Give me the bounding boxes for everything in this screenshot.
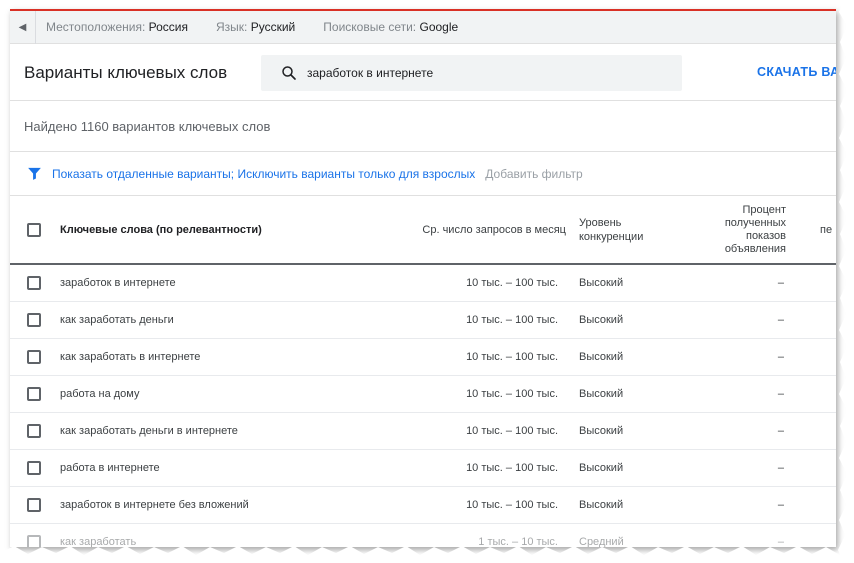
keyword-cell: работа в интернете (60, 462, 160, 474)
language-filter[interactable]: Язык: Русский (216, 20, 295, 34)
targeting-filter-bar: ◀ Местоположения: Россия Язык: Русский П… (10, 10, 836, 44)
filter-funnel-icon[interactable] (26, 165, 43, 182)
table-row[interactable]: работа в интернете 10 тыс. – 100 тыс. Вы… (10, 450, 836, 487)
table-row[interactable]: как заработать деньги 10 тыс. – 100 тыс.… (10, 302, 836, 339)
select-all-checkbox[interactable] (27, 223, 41, 237)
keyword-cell: заработок в интернете (60, 277, 176, 289)
networks-filter[interactable]: Поисковые сети: Google (323, 20, 458, 34)
column-header-keyword[interactable]: Ключевые слова (по релевантности) (60, 224, 262, 236)
impression-share-cell: – (777, 314, 784, 326)
competition-header-line2: конкуренции (579, 231, 644, 243)
competition-cell: Высокий (579, 388, 624, 400)
impression-share-cell: – (777, 388, 784, 400)
competition-cell: Высокий (579, 462, 624, 474)
competition-cell: Высокий (579, 499, 624, 511)
impression-header-line1: Процент (742, 204, 786, 216)
networks-value: Google (419, 20, 459, 34)
table-row[interactable]: как заработать в интернете 10 тыс. – 100… (10, 339, 836, 376)
page-header: Варианты ключевых слов СКАЧАТЬ ВА (10, 45, 836, 101)
locations-filter[interactable]: Местоположения: Россия (46, 20, 188, 34)
impression-share-cell: – (777, 425, 784, 437)
impression-header-line3: показов (745, 230, 786, 242)
avg-searches-cell: 10 тыс. – 100 тыс. (466, 277, 558, 289)
add-filter-button[interactable]: Добавить фильтр (485, 167, 582, 181)
avg-searches-cell: 10 тыс. – 100 тыс. (466, 351, 558, 363)
impression-header-line4: объявления (724, 243, 786, 255)
torn-edge-right (838, 0, 854, 563)
download-button[interactable]: СКАЧАТЬ ВА (757, 65, 836, 79)
row-checkbox[interactable] (27, 350, 41, 364)
keyword-cell: как заработать деньги в интернете (60, 425, 238, 437)
keyword-planner-window: ◀ Местоположения: Россия Язык: Русский П… (10, 9, 836, 547)
page-title: Варианты ключевых слов (24, 63, 228, 82)
competition-cell: Высокий (579, 351, 624, 363)
competition-header-line1: Уровень (579, 217, 622, 229)
results-summary: Найдено 1160 вариантов ключевых слов (10, 101, 836, 152)
column-header-competition[interactable]: Уровень конкуренции (579, 216, 679, 244)
row-checkbox[interactable] (27, 313, 41, 327)
keyword-cell: как заработать в интернете (60, 351, 201, 363)
competition-cell: Высокий (579, 425, 624, 437)
keyword-cell: заработок в интернете без вложений (60, 499, 249, 511)
avg-searches-cell: 10 тыс. – 100 тыс. (466, 462, 558, 474)
table-row[interactable]: как заработать деньги в интернете 10 тыс… (10, 413, 836, 450)
column-header-impression-share[interactable]: Процент полученных показов объявления (686, 204, 786, 256)
impression-share-cell: – (777, 462, 784, 474)
table-row[interactable]: заработок в интернете 10 тыс. – 100 тыс.… (10, 265, 836, 302)
impression-share-cell: – (777, 499, 784, 511)
networks-label: Поисковые сети: (323, 20, 417, 34)
avg-searches-cell: 10 тыс. – 100 тыс. (466, 425, 558, 437)
keyword-cell: работа на дому (60, 388, 140, 400)
torn-edge-bottom (0, 546, 854, 563)
competition-cell: Высокий (579, 314, 624, 326)
row-checkbox[interactable] (27, 387, 41, 401)
avg-searches-cell: 10 тыс. – 100 тыс. (466, 314, 558, 326)
search-input[interactable] (307, 66, 667, 80)
keyword-cell: как заработать деньги (60, 314, 174, 326)
active-filters-link[interactable]: Показать отдаленные варианты; Исключить … (52, 167, 475, 181)
impression-share-cell: – (777, 277, 784, 289)
table-header: Ключевые слова (по релевантности) Ср. чи… (10, 196, 836, 265)
search-icon (282, 66, 296, 80)
filters-row: Показать отдаленные варианты; Исключить … (10, 152, 836, 196)
locations-label: Местоположения: (46, 20, 146, 34)
column-header-avg-searches[interactable]: Ср. число запросов в месяц (390, 224, 566, 236)
avg-searches-cell: 10 тыс. – 100 тыс. (466, 499, 558, 511)
locations-value: Россия (148, 20, 188, 34)
row-checkbox[interactable] (27, 498, 41, 512)
table-row[interactable]: заработок в интернете без вложений 10 ты… (10, 487, 836, 524)
impression-share-cell: – (777, 351, 784, 363)
table-row[interactable]: работа на дому 10 тыс. – 100 тыс. Высоки… (10, 376, 836, 413)
avg-searches-cell: 10 тыс. – 100 тыс. (466, 388, 558, 400)
found-count-text: Найдено 1160 вариантов ключевых слов (24, 119, 271, 134)
keyword-search-box[interactable] (261, 55, 682, 91)
competition-cell: Высокий (579, 277, 624, 289)
language-value: Русский (250, 20, 296, 34)
row-checkbox[interactable] (27, 276, 41, 290)
row-checkbox[interactable] (27, 461, 41, 475)
row-checkbox[interactable] (27, 424, 41, 438)
language-label: Язык: (216, 20, 248, 34)
impression-header-line2: полученных (724, 217, 786, 229)
collapse-left-icon[interactable]: ◀ (10, 10, 36, 44)
